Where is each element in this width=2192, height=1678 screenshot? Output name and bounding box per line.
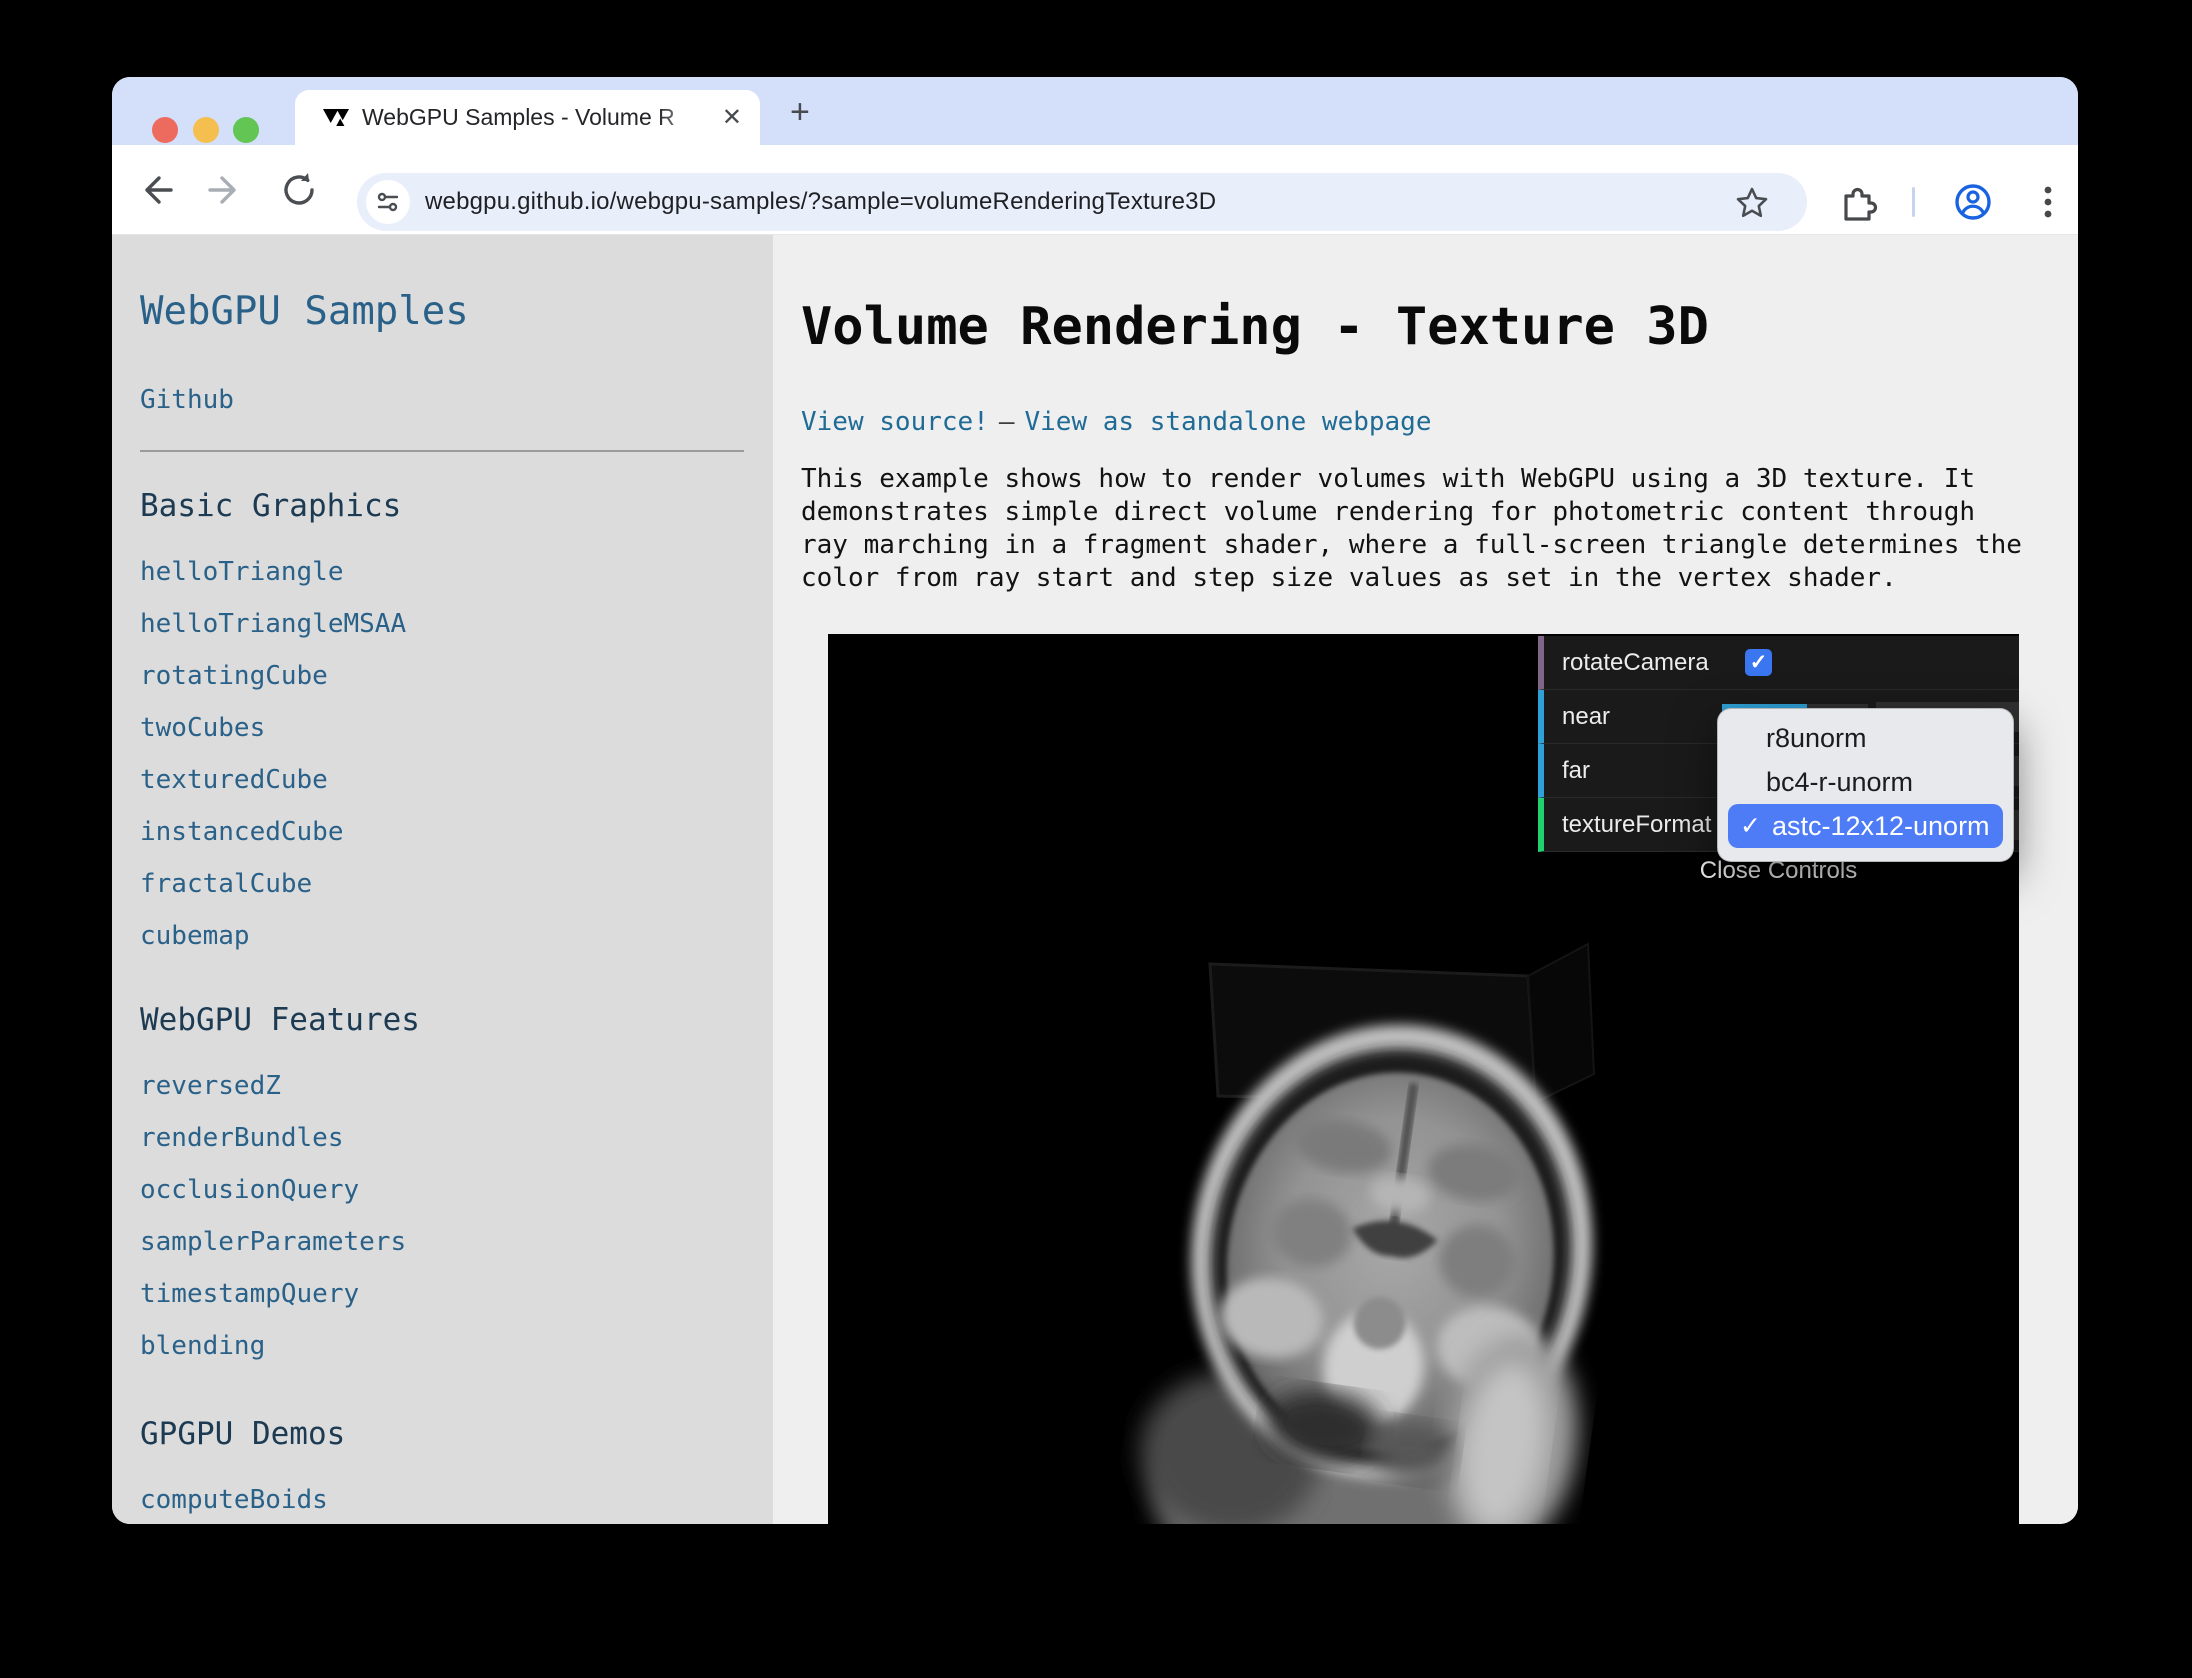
sidebar-link-timestampQuery[interactable]: timestampQuery — [140, 1268, 753, 1320]
forward-icon[interactable] — [206, 170, 246, 210]
sidebar-link-texturedCube[interactable]: texturedCube — [140, 754, 753, 806]
browser-window: WebGPU Samples - Volume R ✕ + — [112, 77, 2078, 1524]
page-content: WebGPU Samples Github Basic Graphics hel… — [112, 235, 2078, 1524]
sidebar-link-rotatingCube[interactable]: rotatingCube — [140, 650, 753, 702]
textureFormat-dropdown: r8unorm bc4-r-unorm ✓ astc-12x12-unorm — [1717, 708, 2014, 862]
sidebar-link-computeBoids[interactable]: computeBoids — [140, 1474, 753, 1524]
tab-strip: WebGPU Samples - Volume R ✕ + — [112, 77, 2078, 145]
dropdown-item-r8unorm[interactable]: r8unorm — [1728, 716, 2003, 760]
webgpu-favicon-icon — [323, 106, 350, 130]
sidebar-link-occlusionQuery[interactable]: occlusionQuery — [140, 1164, 753, 1216]
view-source-link[interactable]: View source! — [801, 407, 989, 437]
url-text[interactable]: webgpu.github.io/webgpu-samples/?sample=… — [425, 188, 1216, 216]
sidebar-heading-gpgpu-demos: GPGPU Demos — [140, 1416, 753, 1452]
tab-title: WebGPU Samples - Volume R — [362, 104, 718, 131]
sidebar-link-reversedZ[interactable]: reversedZ — [140, 1060, 753, 1112]
sidebar-link-cubemap[interactable]: cubemap — [140, 910, 753, 962]
profile-avatar-icon[interactable] — [1953, 182, 1993, 222]
close-window-button[interactable] — [152, 117, 178, 143]
reload-icon[interactable] — [279, 170, 319, 210]
back-icon[interactable] — [135, 170, 175, 210]
gui-label-near: near — [1562, 690, 1610, 743]
tab-close-icon[interactable]: ✕ — [718, 103, 746, 132]
gui-row-rotateCamera: rotateCamera ✓ — [1538, 636, 2019, 690]
menu-dots-icon[interactable] — [2028, 182, 2068, 222]
gui-label-rotateCamera: rotateCamera — [1562, 636, 1709, 689]
bookmark-star-icon[interactable] — [1734, 185, 1770, 221]
sidebar-link-blending[interactable]: blending — [140, 1320, 753, 1372]
url-bar[interactable]: webgpu.github.io/webgpu-samples/?sample=… — [357, 173, 1807, 231]
dropdown-item-astc-12x12-unorm[interactable]: ✓ astc-12x12-unorm — [1728, 804, 2003, 848]
sidebar-heading-basic-graphics: Basic Graphics — [140, 488, 753, 524]
sidebar-link-github[interactable]: Github — [140, 374, 753, 426]
sidebar-link-renderBundles[interactable]: renderBundles — [140, 1112, 753, 1164]
sample-links: View source!—View as standalone webpage — [801, 407, 1432, 437]
minimize-window-button[interactable] — [193, 117, 219, 143]
main-content: Volume Rendering - Texture 3D View sourc… — [773, 235, 2078, 1524]
new-tab-button[interactable]: + — [790, 95, 810, 129]
sidebar-link-instancedCube[interactable]: instancedCube — [140, 806, 753, 858]
rotateCamera-checkbox[interactable]: ✓ — [1745, 649, 1772, 676]
sidebar-link-helloTriangle[interactable]: helloTriangle — [140, 546, 753, 598]
render-canvas[interactable]: rotateCamera ✓ near 1.0 far texture — [828, 634, 2019, 1524]
dropdown-check-icon: ✓ — [1740, 804, 1761, 848]
gui-label-far: far — [1562, 744, 1590, 797]
standalone-link[interactable]: View as standalone webpage — [1025, 407, 1432, 437]
browser-tab[interactable]: WebGPU Samples - Volume R ✕ — [295, 90, 760, 145]
page-title: Volume Rendering - Texture 3D — [801, 297, 1709, 357]
link-separator: — — [989, 407, 1025, 437]
sidebar-title: WebGPU Samples — [140, 289, 753, 334]
sidebar-divider — [140, 450, 744, 452]
sidebar-link-twoCubes[interactable]: twoCubes — [140, 702, 753, 754]
sidebar-link-fractalCube[interactable]: fractalCube — [140, 858, 753, 910]
zoom-window-button[interactable] — [233, 117, 259, 143]
sidebar-link-samplerParameters[interactable]: samplerParameters — [140, 1216, 753, 1268]
toolbar-separator — [1912, 187, 1915, 217]
gui-label-textureFormat: textureFormat — [1562, 798, 1711, 851]
sidebar-link-helloTriangleMSAA[interactable]: helloTriangleMSAA — [140, 598, 753, 650]
sample-description: This example shows how to render volumes… — [801, 463, 2022, 595]
sidebar: WebGPU Samples Github Basic Graphics hel… — [112, 235, 773, 1524]
sidebar-heading-webgpu-features: WebGPU Features — [140, 1002, 753, 1038]
site-settings-icon[interactable] — [366, 180, 410, 224]
dropdown-item-bc4-r-unorm[interactable]: bc4-r-unorm — [1728, 760, 2003, 804]
extensions-icon[interactable] — [1838, 182, 1878, 222]
